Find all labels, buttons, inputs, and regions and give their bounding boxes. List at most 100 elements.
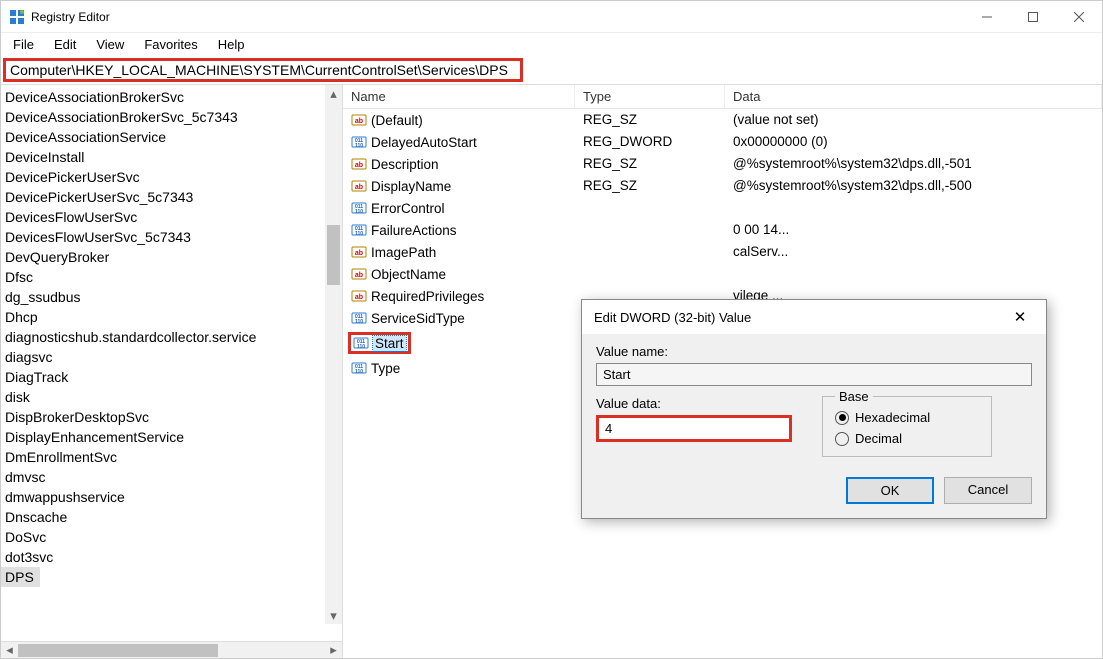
dword-value-icon: 011110 [351, 222, 367, 238]
dword-value-icon: 011110 [351, 200, 367, 216]
string-value-icon: ab [351, 112, 367, 128]
value-data [725, 265, 1102, 283]
tree-item[interactable]: Dnscache [1, 507, 342, 527]
tree-item[interactable]: dot3svc [1, 547, 342, 567]
radio-hexadecimal[interactable]: Hexadecimal [835, 410, 979, 425]
tree-item[interactable]: DevicesFlowUserSvc_5c7343 [1, 227, 342, 247]
base-fieldset: Base Hexadecimal Decimal [822, 396, 992, 457]
value-name: ErrorControl [371, 201, 445, 216]
string-value-icon: ab [351, 156, 367, 172]
maximize-button[interactable] [1010, 1, 1056, 32]
radio-decimal[interactable]: Decimal [835, 431, 979, 446]
col-header-data[interactable]: Data [725, 85, 1102, 108]
tree-item[interactable]: DiagTrack [1, 367, 342, 387]
dword-value-icon: 011110 [353, 335, 369, 351]
dialog-title: Edit DWORD (32-bit) Value [594, 310, 1006, 325]
value-type [575, 221, 725, 239]
value-data-label: Value data: [596, 396, 792, 411]
tree-item[interactable]: DeviceAssociationService [1, 127, 342, 147]
menu-favorites[interactable]: Favorites [136, 35, 205, 54]
tree-item[interactable]: dmvsc [1, 467, 342, 487]
value-data-input[interactable] [599, 418, 789, 439]
cancel-button[interactable]: Cancel [944, 477, 1032, 504]
dword-value-icon: 011110 [351, 310, 367, 326]
value-row[interactable]: 011110 FailureActions 0 00 14... [343, 219, 1102, 241]
ok-button[interactable]: OK [846, 477, 934, 504]
tree-item[interactable]: diagnosticshub.standardcollector.service [1, 327, 342, 347]
tree-item[interactable]: DeviceAssociationBrokerSvc_5c7343 [1, 107, 342, 127]
tree-item[interactable]: disk [1, 387, 342, 407]
scroll-up-arrow[interactable]: ▴ [325, 85, 342, 102]
tree-item[interactable]: dmwappushservice [1, 487, 342, 507]
value-row[interactable]: 011110DelayedAutoStartREG_DWORD0x0000000… [343, 131, 1102, 153]
scroll-right-arrow[interactable]: ▸ [325, 642, 342, 659]
value-row[interactable]: abDisplayNameREG_SZ@%systemroot%\system3… [343, 175, 1102, 197]
address-bar[interactable]: Computer\HKEY_LOCAL_MACHINE\SYSTEM\Curre… [3, 58, 523, 82]
dialog-close-button[interactable]: ✕ [1006, 308, 1034, 326]
key-tree-list[interactable]: DeviceAssociationBrokerSvcDeviceAssociat… [1, 85, 342, 587]
scroll-down-arrow[interactable]: ▾ [325, 607, 342, 624]
value-data [725, 199, 1102, 217]
menu-edit[interactable]: Edit [46, 35, 84, 54]
string-value-icon: ab [351, 178, 367, 194]
svg-text:110: 110 [355, 231, 363, 237]
tree-item[interactable]: Dfsc [1, 267, 342, 287]
radio-hex-label: Hexadecimal [855, 410, 930, 425]
value-name-label: Value name: [596, 344, 1032, 359]
scroll-thumb[interactable] [327, 225, 340, 285]
tree-item[interactable]: DevicePickerUserSvc_5c7343 [1, 187, 342, 207]
registry-editor-window: Registry Editor File Edit View Favorites… [0, 0, 1103, 659]
radio-dec-label: Decimal [855, 431, 902, 446]
tree-item[interactable]: DPS [1, 567, 40, 587]
value-data: @%systemroot%\system32\dps.dll,-500 [725, 177, 1102, 195]
svg-text:ab: ab [355, 272, 363, 279]
minimize-button[interactable] [964, 1, 1010, 32]
col-header-name[interactable]: Name [343, 85, 575, 108]
tree-item[interactable]: DevicePickerUserSvc [1, 167, 342, 187]
svg-text:ab: ab [355, 294, 363, 301]
tree-item[interactable]: DmEnrollmentSvc [1, 447, 342, 467]
tree-item[interactable]: DeviceInstall [1, 147, 342, 167]
close-button[interactable] [1056, 1, 1102, 32]
scroll-thumb-h[interactable] [18, 644, 218, 657]
key-tree-pane: DeviceAssociationBrokerSvcDeviceAssociat… [1, 85, 343, 658]
value-name: FailureActions [371, 223, 457, 238]
tree-item[interactable]: Dhcp [1, 307, 342, 327]
menu-file[interactable]: File [5, 35, 42, 54]
value-data: 0 00 14... [725, 221, 1102, 239]
window-title: Registry Editor [31, 10, 964, 24]
value-type: REG_SZ [575, 177, 725, 195]
tree-vertical-scrollbar[interactable]: ▴ ▾ [325, 85, 342, 624]
scroll-left-arrow[interactable]: ◂ [1, 642, 18, 659]
tree-item[interactable]: DispBrokerDesktopSvc [1, 407, 342, 427]
col-header-type[interactable]: Type [575, 85, 725, 108]
menu-help[interactable]: Help [210, 35, 253, 54]
svg-text:110: 110 [355, 209, 363, 215]
value-name: ServiceSidType [371, 311, 465, 326]
value-type [575, 199, 725, 217]
value-row[interactable]: abImagePathcalServ... [343, 241, 1102, 263]
tree-item[interactable]: dg_ssudbus [1, 287, 342, 307]
tree-horizontal-scrollbar[interactable]: ◂ ▸ [1, 641, 342, 658]
value-row[interactable]: abDescriptionREG_SZ@%systemroot%\system3… [343, 153, 1102, 175]
value-name-input[interactable] [596, 363, 1032, 386]
tree-item[interactable]: DoSvc [1, 527, 342, 547]
menu-view[interactable]: View [88, 35, 132, 54]
value-type: REG_DWORD [575, 133, 725, 151]
tree-item[interactable]: diagsvc [1, 347, 342, 367]
tree-item[interactable]: DevQueryBroker [1, 247, 342, 267]
value-data: (value not set) [725, 111, 1102, 129]
list-header: Name Type Data [343, 85, 1102, 109]
radio-icon [835, 411, 849, 425]
dword-value-icon: 011110 [351, 360, 367, 376]
value-row[interactable]: 011110 ErrorControl [343, 197, 1102, 219]
tree-item[interactable]: DisplayEnhancementService [1, 427, 342, 447]
radio-icon [835, 432, 849, 446]
dword-value-icon: 011110 [351, 134, 367, 150]
value-row[interactable]: abObjectName [343, 263, 1102, 285]
value-row[interactable]: ab(Default)REG_SZ(value not set) [343, 109, 1102, 131]
tree-item[interactable]: DevicesFlowUserSvc [1, 207, 342, 227]
svg-text:110: 110 [355, 143, 363, 149]
value-type: REG_SZ [575, 111, 725, 129]
tree-item[interactable]: DeviceAssociationBrokerSvc [1, 87, 342, 107]
